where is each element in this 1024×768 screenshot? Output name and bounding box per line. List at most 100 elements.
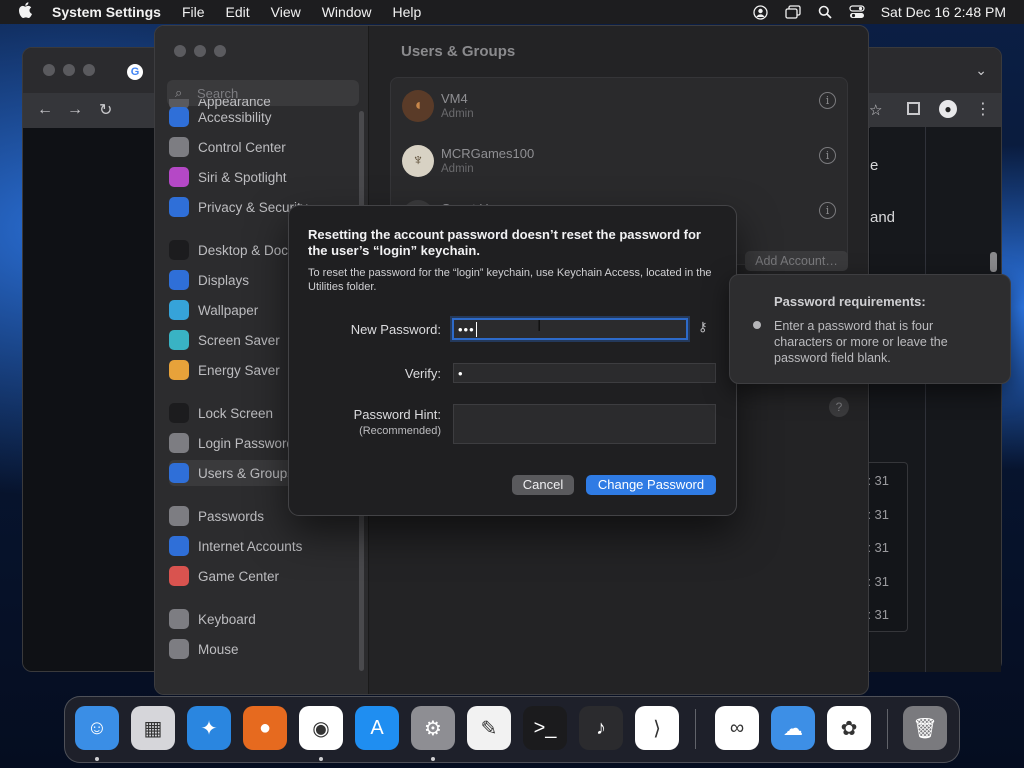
eagle-avatar-icon: ♆ bbox=[402, 145, 434, 177]
weather-icon[interactable]: ☁ bbox=[771, 706, 815, 750]
sidebar-item-label: Screen Saver bbox=[198, 332, 280, 348]
password-assistant-key-icon[interactable]: ⚷ bbox=[698, 319, 712, 337]
app-store-icon[interactable]: A bbox=[355, 706, 399, 750]
user-name: VM4 bbox=[441, 91, 468, 106]
wallpaper-icon bbox=[169, 300, 189, 320]
cancel-button[interactable]: Cancel bbox=[512, 475, 574, 495]
date-cell: : 31 bbox=[867, 574, 889, 589]
garageband-icon[interactable]: ♪ bbox=[579, 706, 623, 750]
key-icon bbox=[169, 506, 189, 526]
back-icon[interactable]: ← bbox=[37, 101, 53, 119]
running-indicator bbox=[95, 757, 99, 761]
chrome-zoom-button[interactable] bbox=[83, 64, 95, 76]
sidebar-item-label: Energy Saver bbox=[198, 362, 280, 378]
help-button[interactable]: ? bbox=[829, 397, 849, 417]
menu-help[interactable]: Help bbox=[393, 4, 422, 20]
sidebar-item-label: Lock Screen bbox=[198, 405, 274, 421]
window-switcher-icon[interactable] bbox=[785, 4, 801, 20]
dock-separator bbox=[695, 709, 696, 749]
google-favicon-icon[interactable]: G bbox=[127, 64, 143, 80]
sidebar-item-label: Displays bbox=[198, 272, 250, 288]
sidebar-item-siri-spotlight[interactable]: Siri & Spotlight bbox=[169, 164, 355, 190]
date-cell: : 31 bbox=[867, 607, 889, 622]
vscode-icon[interactable]: ⟩ bbox=[635, 706, 679, 750]
sidebar-item-mouse[interactable]: Mouse bbox=[169, 636, 355, 662]
sidebar-item-game-center[interactable]: Game Center bbox=[169, 563, 355, 589]
dialog-headline: Resetting the account password doesn’t r… bbox=[308, 227, 701, 258]
menubar-clock[interactable]: Sat Dec 16 2:48 PM bbox=[881, 4, 1006, 20]
forward-icon[interactable]: → bbox=[67, 101, 83, 119]
users-icon bbox=[169, 463, 189, 483]
new-password-label: New Password: bbox=[350, 322, 441, 337]
change-password-button[interactable]: Change Password bbox=[586, 475, 716, 495]
apple-logo-icon[interactable] bbox=[18, 2, 38, 22]
photos-icon[interactable]: ✿ bbox=[827, 706, 871, 750]
popover-text: Enter a password that is four characters… bbox=[774, 319, 948, 365]
info-icon[interactable]: i bbox=[819, 202, 836, 219]
sidebar-item-accessibility[interactable]: Accessibility bbox=[169, 104, 355, 130]
sidebar-item-label: Desktop & Dock bbox=[198, 242, 295, 258]
menu-file[interactable]: File bbox=[182, 4, 205, 20]
password-hint-sublabel: (Recommended) bbox=[359, 425, 441, 437]
settings-close-button[interactable] bbox=[174, 45, 186, 57]
chevron-down-icon[interactable]: ⌄ bbox=[975, 62, 987, 79]
mouse-icon bbox=[169, 639, 189, 659]
password-hint-field[interactable] bbox=[453, 404, 716, 444]
accessibility-icon bbox=[169, 107, 189, 127]
system-settings-icon[interactable]: ⚙ bbox=[411, 706, 455, 750]
profile-avatar-icon[interactable]: ● bbox=[939, 100, 957, 118]
control-center-icon[interactable] bbox=[849, 4, 865, 20]
login-password-icon bbox=[169, 433, 189, 453]
user-name: MCRGames100 bbox=[441, 146, 535, 161]
safari-icon[interactable]: ✦ bbox=[187, 706, 231, 750]
app-menu[interactable]: System Settings bbox=[52, 4, 161, 20]
trash-icon[interactable]: 🗑 bbox=[903, 706, 947, 750]
new-password-value: ••• bbox=[458, 321, 475, 337]
user-circle-icon[interactable] bbox=[753, 4, 769, 20]
sidebar-item-internet-accounts[interactable]: Internet Accounts bbox=[169, 533, 355, 559]
more-menu-icon[interactable]: ⋮ bbox=[975, 99, 991, 119]
settings-zoom-button[interactable] bbox=[214, 45, 226, 57]
finder-icon[interactable]: ☺ bbox=[75, 706, 119, 750]
menu-edit[interactable]: Edit bbox=[226, 4, 250, 20]
textedit-icon[interactable]: ✎ bbox=[467, 706, 511, 750]
user-row[interactable]: ◖ VM4 Admin i bbox=[391, 78, 847, 133]
lock-icon bbox=[169, 403, 189, 423]
chrome-page-text: e bbox=[870, 157, 879, 174]
chrome-minimize-button[interactable] bbox=[63, 64, 75, 76]
verify-field[interactable]: • bbox=[453, 363, 716, 383]
sidebar-item-control-center[interactable]: Control Center bbox=[169, 134, 355, 160]
terminal-icon[interactable]: >_ bbox=[523, 706, 567, 750]
screen-saver-icon bbox=[169, 330, 189, 350]
sidebar-item-label: Login Password bbox=[198, 435, 295, 451]
sidebar-item-label: Internet Accounts bbox=[198, 538, 303, 554]
dock: ☺ ▦ ✦ ● ◉ A ⚙ ✎ >_ ♪ ⟩ ∞ ☁ ✿ 🗑 bbox=[64, 696, 960, 763]
chrome-icon[interactable]: ◉ bbox=[299, 706, 343, 750]
verify-value: • bbox=[458, 365, 463, 381]
chrome-close-button[interactable] bbox=[43, 64, 55, 76]
chrome-scrollbar[interactable] bbox=[990, 252, 997, 272]
reload-icon[interactable]: ↻ bbox=[99, 100, 112, 120]
side-panel-icon[interactable] bbox=[907, 102, 920, 115]
user-row[interactable]: ♆ MCRGames100 Admin i bbox=[391, 133, 847, 188]
dock-icon bbox=[169, 240, 189, 260]
date-cell: : 31 bbox=[867, 507, 889, 522]
visual-studio-icon[interactable]: ∞ bbox=[715, 706, 759, 750]
launchpad-icon[interactable]: ▦ bbox=[131, 706, 175, 750]
firefox-icon[interactable]: ● bbox=[243, 706, 287, 750]
verify-label: Verify: bbox=[404, 366, 441, 381]
info-icon[interactable]: i bbox=[819, 92, 836, 109]
popover-title: Password requirements: bbox=[774, 294, 926, 309]
user-role: Admin bbox=[441, 108, 474, 120]
sidebar-item-keyboard[interactable]: Keyboard bbox=[169, 606, 355, 632]
add-account-button[interactable]: Add Account… bbox=[745, 251, 848, 271]
settings-minimize-button[interactable] bbox=[194, 45, 206, 57]
new-password-field[interactable]: ••• bbox=[452, 318, 688, 340]
spotlight-search-icon[interactable] bbox=[817, 4, 833, 20]
menu-window[interactable]: Window bbox=[322, 4, 372, 20]
menu-view[interactable]: View bbox=[271, 4, 301, 20]
info-icon[interactable]: i bbox=[819, 147, 836, 164]
at-icon bbox=[169, 536, 189, 556]
bookmark-star-icon[interactable]: ☆ bbox=[869, 101, 882, 119]
sidebar-item-label: Control Center bbox=[198, 139, 286, 155]
